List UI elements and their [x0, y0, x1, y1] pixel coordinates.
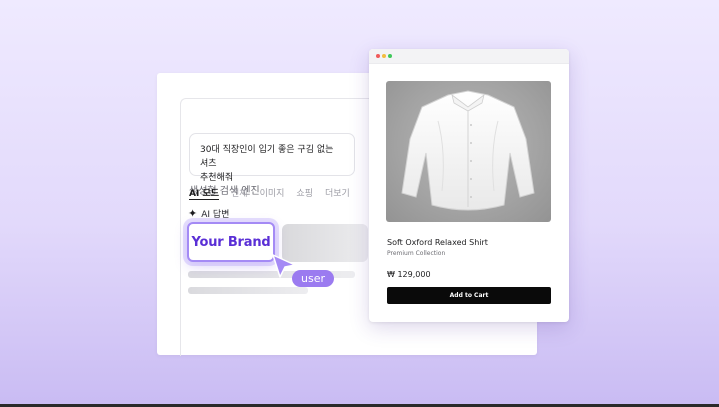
tab-shopping[interactable]: 쇼핑: [296, 186, 313, 199]
sparkle-icon: ✦: [188, 207, 198, 220]
shirt-image: [401, 90, 535, 211]
query-text-line-2: 추천해줘: [200, 173, 234, 183]
product-collection: Premium Collection: [387, 250, 446, 257]
user-badge: user: [292, 270, 334, 287]
ai-answer-heading: ✦ AI 답변: [188, 207, 229, 220]
query-text-line-1: 30대 직장인이 입기 좋은 구김 없는 셔츠: [200, 145, 334, 169]
search-tabs: AI 모드 전체 이미지 쇼핑 더보기: [189, 186, 350, 199]
product-window: Soft Oxford Relaxed Shirt Premium Collec…: [369, 49, 569, 322]
brand-label: Your Brand: [191, 234, 271, 250]
window-titlebar: [369, 49, 569, 64]
tab-more[interactable]: 더보기: [325, 186, 350, 199]
placeholder-text-line: [188, 287, 308, 294]
product-name: Soft Oxford Relaxed Shirt: [387, 238, 488, 247]
tab-images[interactable]: 이미지: [260, 186, 285, 199]
window-maximize-dot[interactable]: [388, 54, 392, 58]
ai-answer-label: AI 답변: [201, 210, 230, 220]
tab-all[interactable]: 전체: [231, 186, 248, 199]
product-image: [386, 81, 551, 222]
window-minimize-dot[interactable]: [382, 54, 386, 58]
search-query-box[interactable]: 30대 직장인이 입기 좋은 구김 없는 셔츠 추천해줘: [189, 133, 355, 183]
tab-ai-mode[interactable]: AI 모드: [189, 186, 219, 199]
add-to-cart-button[interactable]: Add to Cart: [387, 287, 551, 304]
brand-result-card[interactable]: Your Brand: [187, 222, 275, 262]
product-price: ₩ 129,000: [387, 270, 431, 279]
window-close-dot[interactable]: [376, 54, 380, 58]
